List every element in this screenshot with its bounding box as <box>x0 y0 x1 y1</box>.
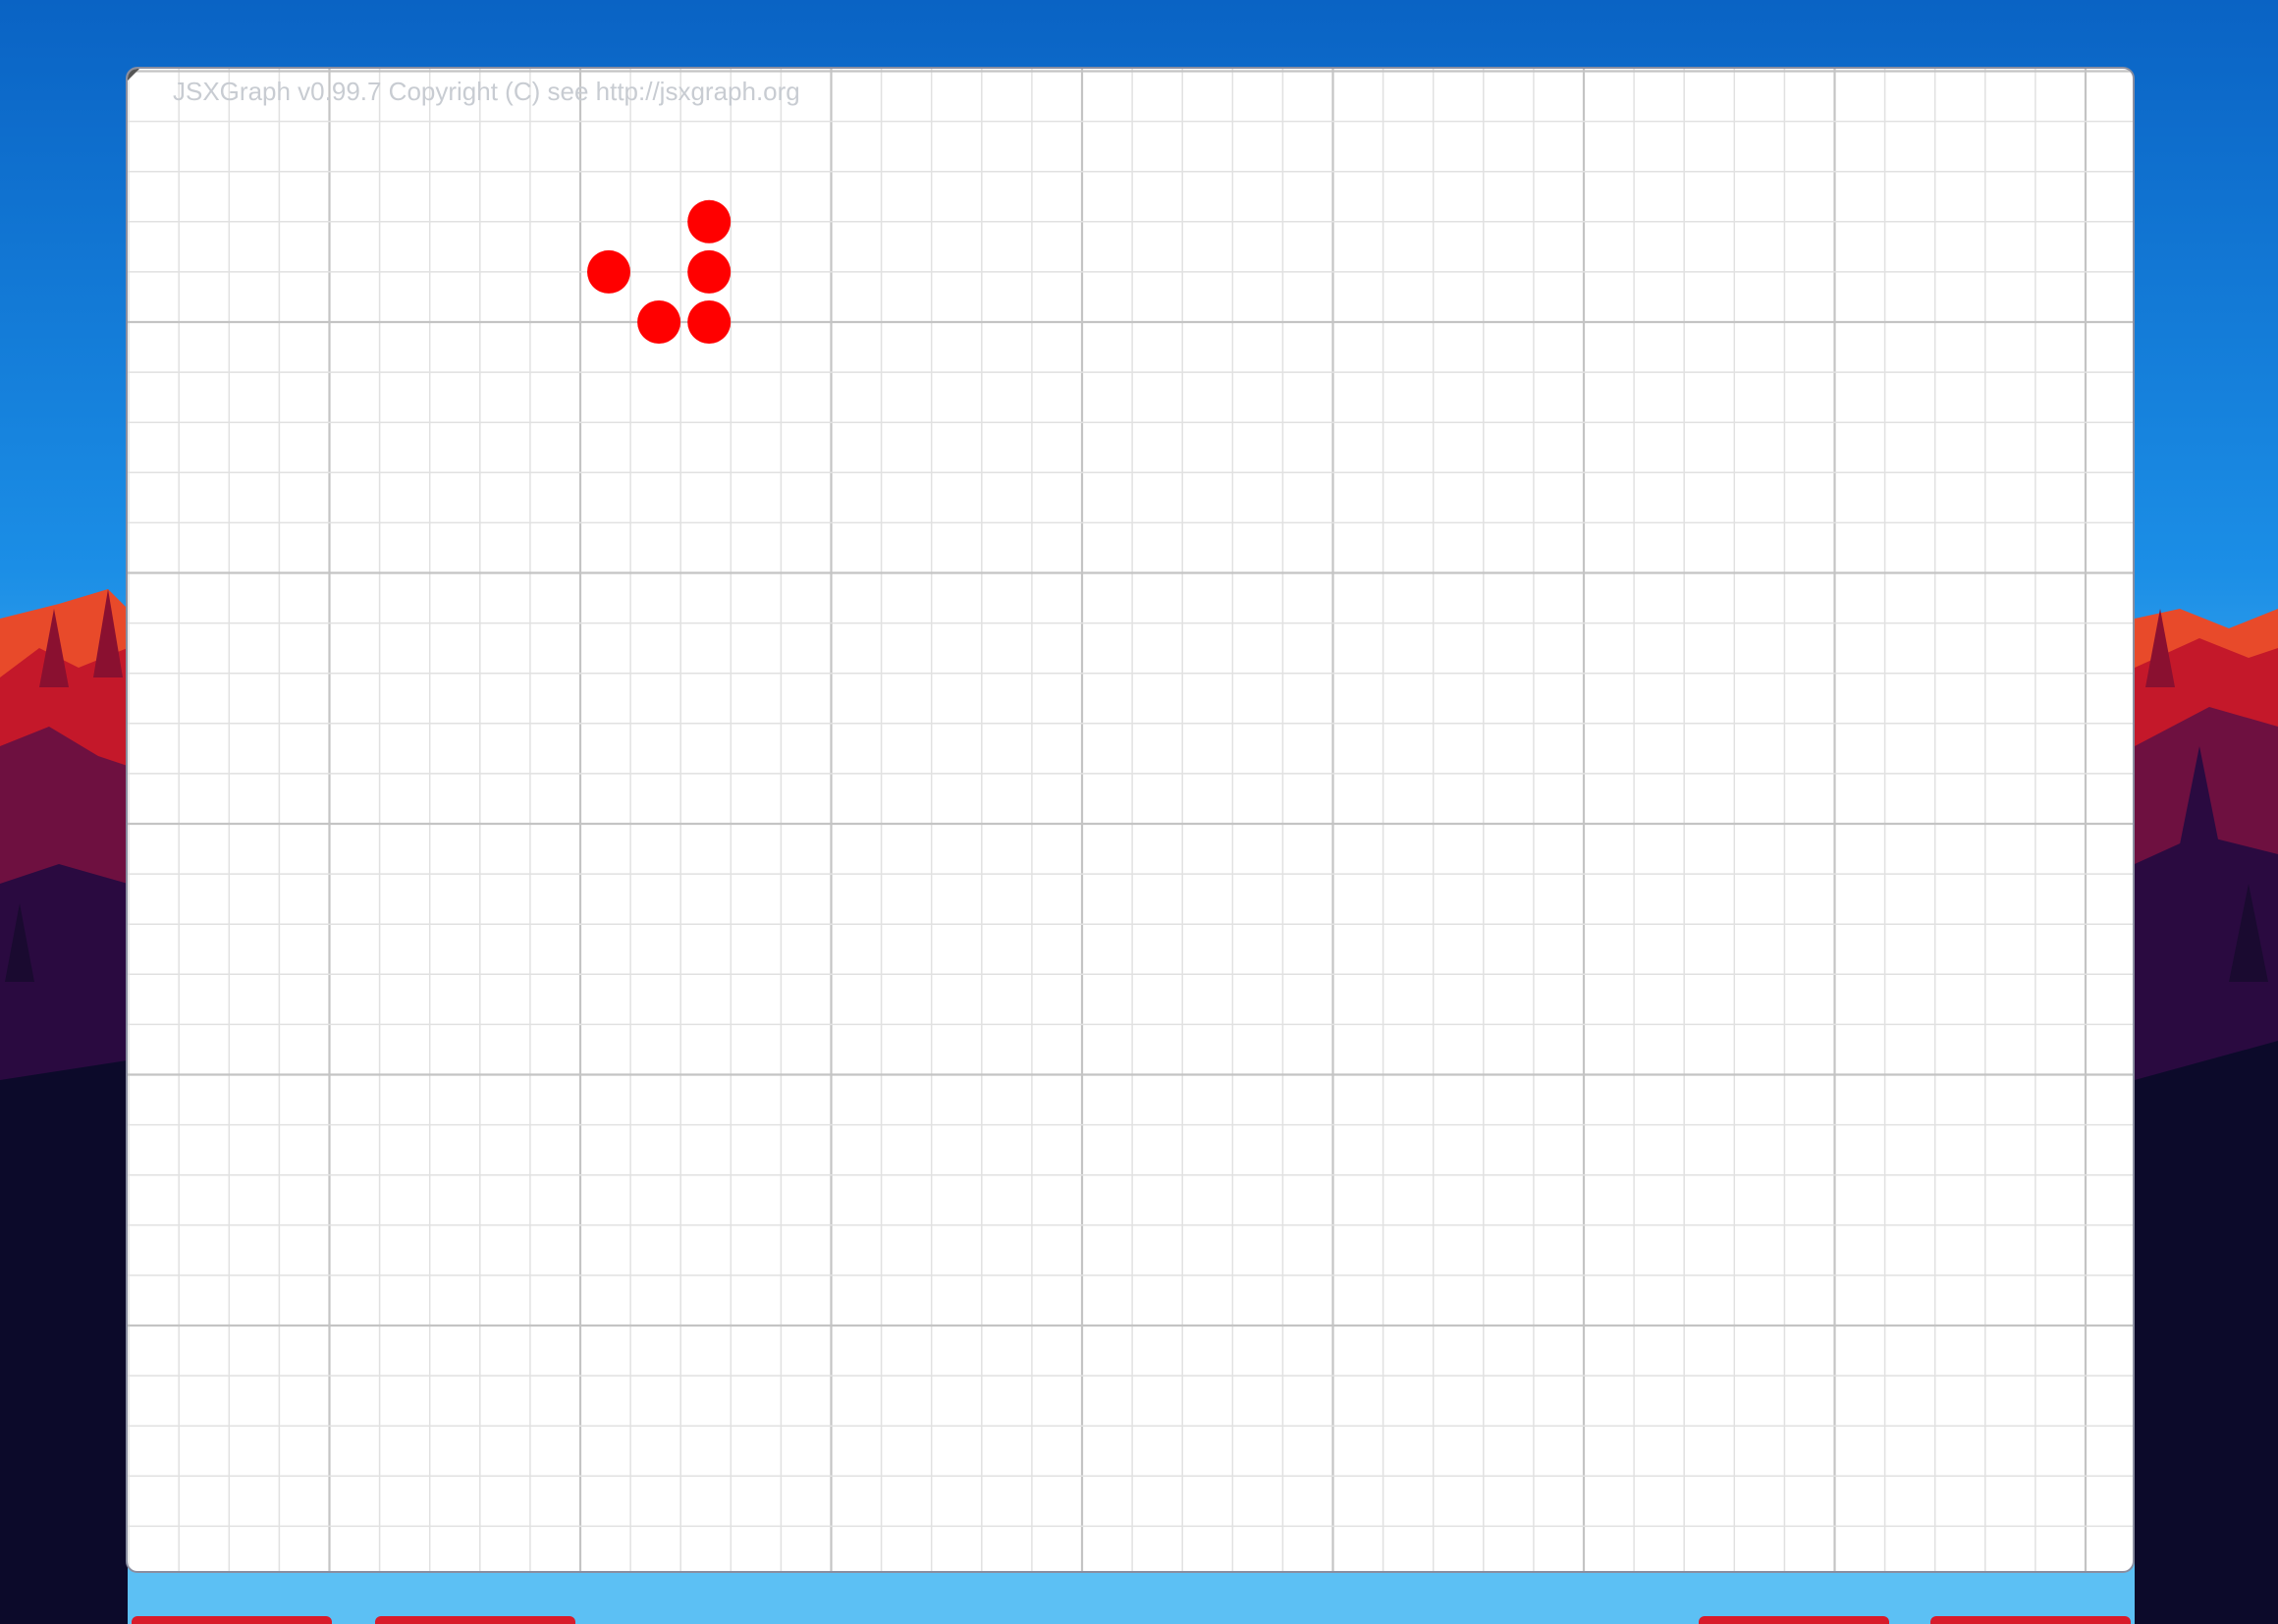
point-1[interactable] <box>687 199 732 244</box>
bottom-button-2[interactable] <box>375 1616 575 1624</box>
desktop-wallpaper: JSXGraph v0.99.7 Copyright (C) see http:… <box>0 0 2278 1624</box>
bottom-button-1[interactable] <box>132 1616 332 1624</box>
point-2[interactable] <box>587 249 630 294</box>
point-5[interactable] <box>687 300 732 344</box>
grid <box>128 69 2133 1571</box>
navigation-arrow-icon[interactable] <box>128 69 147 88</box>
bottom-button-3[interactable] <box>1699 1616 1889 1624</box>
bottom-button-4[interactable] <box>1930 1616 2131 1624</box>
point-4[interactable] <box>637 300 681 344</box>
point-3[interactable] <box>687 249 732 294</box>
jsxgraph-board[interactable]: JSXGraph v0.99.7 Copyright (C) see http:… <box>126 67 2135 1573</box>
